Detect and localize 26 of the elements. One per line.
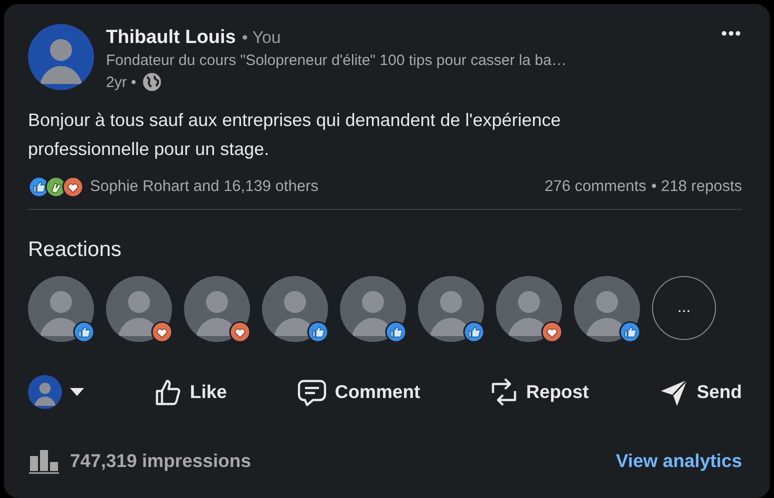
impressions-count: 747,319 impressions [70,450,251,472]
reaction-identity-button[interactable] [28,375,84,409]
relation-label: • You [242,28,281,48]
like-button[interactable]: Like [154,373,227,411]
reactions-heading: Reactions [28,238,122,262]
repost-button[interactable]: Repost [490,372,589,412]
caret-icon [70,388,84,396]
reposts-count[interactable]: • 218 reposts [651,178,742,196]
post-text: Bonjour à tous sauf aux entreprises qui demandent de l'expérience professionnelle pour un stage. [28,109,562,161]
reactors-summary[interactable]: Sophie Rohart and 16,139 others [90,178,318,196]
post-age: 2yr • [106,74,136,90]
more-options-button[interactable]: ••• [721,24,742,44]
globe-icon [142,72,162,92]
user-avatar [28,375,62,409]
paper-plane-icon [658,377,689,407]
comment-button[interactable]: Comment [296,374,420,410]
bar-chart-icon [28,448,60,474]
author-name[interactable]: Thibault Louis [106,27,236,49]
view-analytics-link[interactable]: View analytics [616,450,742,472]
comments-count[interactable]: 276 comments [544,178,646,196]
repost-arrows-icon [490,376,518,408]
more-reactions-button[interactable]: ... [652,276,716,340]
speech-bubble-icon [296,378,327,406]
send-button[interactable]: Send [658,373,742,411]
author-headline: Fondateur du cours "Solopreneur d'élite" 100 tips pour casser la ba… [106,52,568,69]
thumbs-up-icon [154,377,182,407]
